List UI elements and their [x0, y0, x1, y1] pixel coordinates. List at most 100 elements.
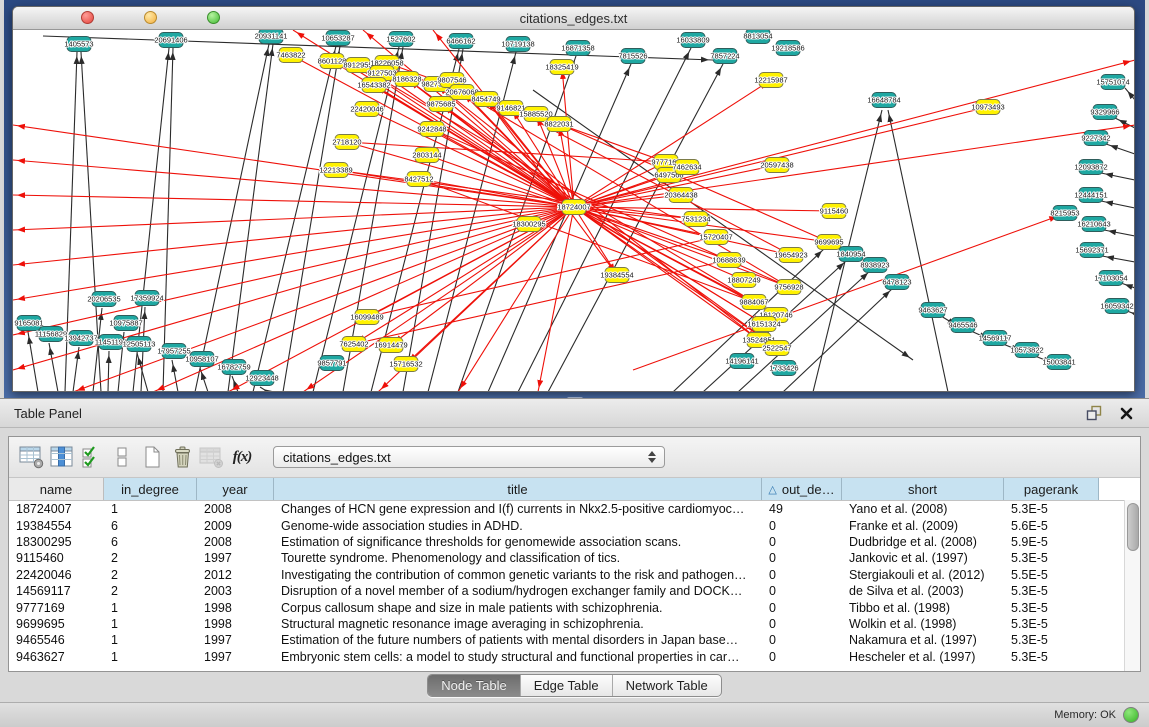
- graph-node[interactable]: 20206535: [87, 292, 120, 307]
- column-header-name[interactable]: name: [9, 478, 104, 500]
- graph-node[interactable]: 1733426: [769, 361, 798, 376]
- graph-node[interactable]: 9756928: [774, 280, 803, 295]
- new-column-icon[interactable]: [137, 441, 167, 473]
- graph-node[interactable]: 9165081: [14, 316, 43, 331]
- graph-node[interactable]: 9875685: [426, 97, 455, 112]
- graph-node[interactable]: 2718120: [332, 135, 361, 150]
- graph-node[interactable]: 16543382: [357, 78, 390, 93]
- graph-node[interactable]: 8215953: [1050, 206, 1079, 221]
- graph-node[interactable]: 12923448: [245, 371, 278, 386]
- graph-node[interactable]: 20597438: [760, 158, 793, 173]
- graph-node[interactable]: 12215987: [754, 73, 787, 88]
- graph-node[interactable]: 7462634: [672, 160, 701, 175]
- graph-node[interactable]: 11156829: [35, 327, 67, 342]
- graph-node[interactable]: 12093872: [1074, 160, 1107, 175]
- graph-node[interactable]: 9227342: [1081, 131, 1110, 146]
- graph-node[interactable]: 9465546: [948, 318, 977, 333]
- graph-node[interactable]: 6466162: [446, 34, 475, 49]
- graph-node[interactable]: 1405573: [64, 37, 93, 52]
- close-panel-icon[interactable]: [1117, 405, 1135, 421]
- graph-node[interactable]: 9115460: [820, 204, 849, 219]
- citation-network-graph[interactable]: 1872400774638228601128891295518226058912…: [13, 30, 1134, 391]
- table-row[interactable]: 969969511998Structural magnetic resonanc…: [9, 616, 1140, 632]
- table-row[interactable]: 946554611997Estimation of the future num…: [9, 632, 1140, 648]
- network-window-titlebar[interactable]: citations_edges.txt: [13, 7, 1134, 30]
- graph-node[interactable]: 16151324: [747, 317, 780, 332]
- table-row[interactable]: 1872400712008Changes of HCN gene express…: [9, 501, 1140, 517]
- graph-node[interactable]: 10573822: [1010, 343, 1043, 358]
- graph-node[interactable]: 13942737: [64, 331, 97, 346]
- table-row[interactable]: 1938455462009Genome-wide association stu…: [9, 517, 1140, 533]
- graph-node[interactable]: 9699695: [814, 235, 843, 250]
- tab-node-table[interactable]: Node Table: [428, 675, 521, 696]
- graph-node[interactable]: 16033809: [676, 33, 709, 48]
- delete-table-icon[interactable]: [197, 441, 227, 473]
- graph-node[interactable]: 14196141: [725, 354, 758, 369]
- network-canvas[interactable]: 1872400774638228601128891295518226058912…: [13, 30, 1134, 391]
- graph-node[interactable]: 10975887: [109, 316, 142, 331]
- graph-node[interactable]: 17359924: [130, 291, 163, 306]
- graph-node[interactable]: 16210643: [1077, 217, 1110, 232]
- graph-node[interactable]: 15751074: [1096, 75, 1129, 90]
- graph-node[interactable]: 9857791: [317, 356, 346, 371]
- column-header-pagerank[interactable]: pagerank: [1004, 478, 1099, 500]
- select-all-icon[interactable]: [77, 441, 107, 473]
- column-header-in_degree[interactable]: in_degree: [104, 478, 197, 500]
- graph-node[interactable]: 16782759: [217, 360, 250, 375]
- graph-node[interactable]: 9242848: [417, 122, 446, 137]
- graph-node[interactable]: 8822031: [544, 117, 573, 132]
- graph-node[interactable]: 22420046: [350, 102, 383, 117]
- graph-node[interactable]: 16099489: [350, 310, 383, 325]
- float-panel-icon[interactable]: [1085, 405, 1103, 421]
- graph-node[interactable]: 9884067: [739, 295, 768, 310]
- graph-node[interactable]: 12444151: [1074, 188, 1107, 203]
- graph-node[interactable]: 15720407: [699, 230, 732, 245]
- graph-node[interactable]: 20691406: [154, 33, 187, 48]
- table-selector-dropdown[interactable]: citations_edges.txt: [273, 446, 665, 468]
- vertical-scrollbar[interactable]: [1124, 500, 1140, 671]
- column-header-year[interactable]: year: [197, 478, 274, 500]
- graph-node[interactable]: 20364438: [664, 188, 697, 203]
- column-header-title[interactable]: title: [274, 478, 762, 500]
- table-row[interactable]: 911546021997Tourette syndrome. Phenomeno…: [9, 550, 1140, 566]
- graph-node[interactable]: 20931141: [255, 30, 288, 44]
- graph-node[interactable]: 8427512: [404, 172, 433, 187]
- graph-node[interactable]: 15716532: [389, 357, 422, 372]
- graph-node[interactable]: 19654923: [774, 248, 807, 263]
- unselect-all-icon[interactable]: [107, 441, 137, 473]
- graph-node[interactable]: 19384554: [600, 268, 633, 283]
- graph-node[interactable]: 18300295: [512, 217, 545, 232]
- graph-node[interactable]: 8186328: [392, 72, 421, 87]
- graph-node[interactable]: 10653287: [321, 31, 354, 46]
- graph-node[interactable]: 9463627: [918, 303, 947, 318]
- graph-node[interactable]: 8938923: [860, 258, 889, 273]
- graph-node[interactable]: 7463822: [276, 48, 305, 63]
- close-window-icon[interactable]: [81, 11, 94, 24]
- graph-node[interactable]: 1527602: [386, 32, 415, 47]
- function-builder-icon[interactable]: f(x): [227, 441, 257, 473]
- graph-node[interactable]: 10973493: [971, 100, 1004, 115]
- tab-edge-table[interactable]: Edge Table: [521, 675, 613, 696]
- zoom-window-icon[interactable]: [207, 11, 220, 24]
- table-row[interactable]: 946362711997Embryonic stem cells: a mode…: [9, 649, 1140, 665]
- graph-node[interactable]: 7815526: [618, 49, 647, 64]
- graph-node[interactable]: 18724007: [557, 200, 590, 215]
- network-view-window[interactable]: citations_edges.txt 18724007 7463822 86011…: [12, 6, 1135, 392]
- graph-node[interactable]: 16914479: [374, 338, 407, 353]
- table-row[interactable]: 977716911998Corpus callosum shape and si…: [9, 599, 1140, 615]
- graph-node[interactable]: 16648784: [867, 93, 900, 108]
- graph-node[interactable]: 7625402: [339, 337, 368, 352]
- table-row[interactable]: 1830029562008Estimation of significance …: [9, 534, 1140, 550]
- graph-node[interactable]: 8601128: [318, 54, 347, 69]
- graph-node[interactable]: 1840954: [836, 247, 865, 262]
- tab-network-table[interactable]: Network Table: [613, 675, 721, 696]
- table-row[interactable]: 1456911722003Disruption of a novel membe…: [9, 583, 1140, 599]
- graph-node[interactable]: 2522547: [762, 341, 791, 356]
- show-columns-icon[interactable]: [47, 441, 77, 473]
- graph-node[interactable]: 19218586: [771, 41, 804, 56]
- column-header-short[interactable]: short: [842, 478, 1004, 500]
- graph-node[interactable]: 12505113: [123, 337, 156, 352]
- graph-node[interactable]: 10688639: [712, 253, 745, 268]
- graph-node[interactable]: 12213389: [319, 163, 352, 178]
- graph-node[interactable]: 9329966: [1090, 105, 1119, 120]
